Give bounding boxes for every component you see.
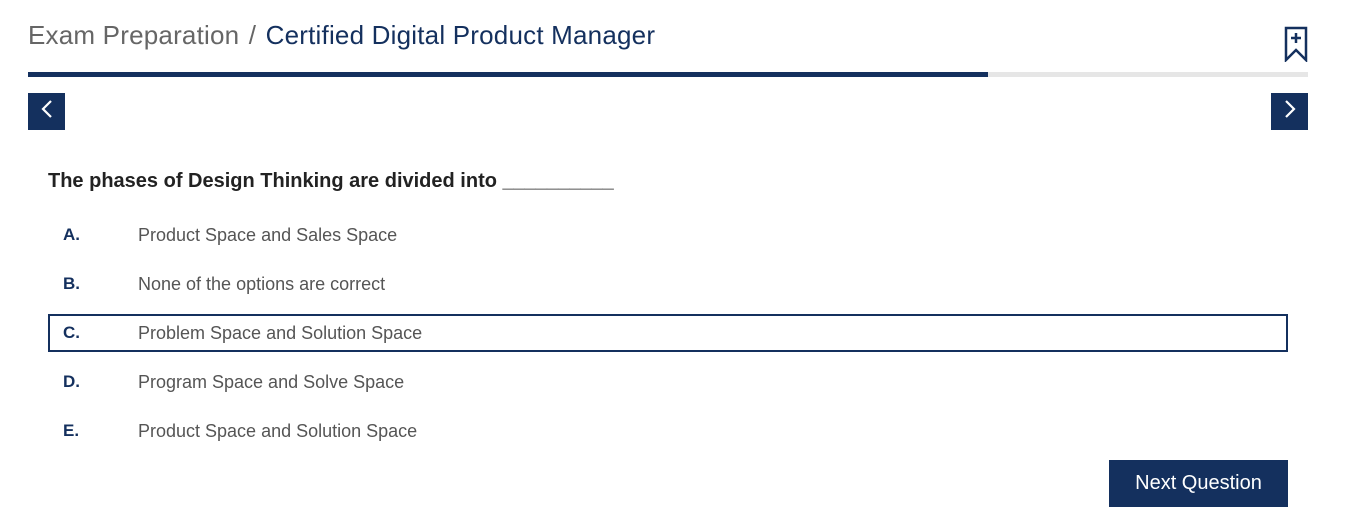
option-a[interactable]: A. Product Space and Sales Space — [48, 216, 1288, 254]
page-title: Certified Digital Product Manager — [265, 20, 656, 50]
progress-bar — [28, 72, 1308, 77]
option-letter: D. — [63, 372, 80, 391]
progress-fill — [28, 72, 988, 77]
previous-question-button[interactable] — [28, 93, 65, 130]
breadcrumb-separator: / — [248, 20, 257, 50]
breadcrumb-parent[interactable]: Exam Preparation — [28, 20, 239, 50]
option-text: Program Space and Solve Space — [138, 371, 405, 392]
option-e[interactable]: E. Product Space and Solution Space — [48, 412, 1288, 450]
option-text: Product Space and Sales Space — [138, 224, 398, 245]
option-text: None of the options are correct — [138, 273, 386, 294]
option-letter: E. — [63, 421, 80, 440]
chevron-right-icon — [1283, 99, 1297, 124]
question-text: The phases of Design Thinking are divide… — [48, 170, 614, 192]
next-question-button[interactable]: Next Question — [1109, 460, 1288, 507]
option-text: Product Space and Solution Space — [138, 420, 418, 441]
option-letter: B. — [63, 274, 80, 293]
option-letter: C. — [63, 323, 80, 342]
breadcrumb: Exam Preparation / Certified Digital Pro… — [28, 20, 655, 51]
bookmark-add-icon[interactable] — [1284, 26, 1308, 64]
next-question-arrow-button[interactable] — [1271, 93, 1308, 130]
option-c[interactable]: C. Problem Space and Solution Space — [48, 314, 1288, 352]
answer-options: A. Product Space and Sales Space B. None… — [48, 216, 1288, 461]
option-letter: A. — [63, 225, 80, 244]
chevron-left-icon — [40, 99, 54, 124]
option-b[interactable]: B. None of the options are correct — [48, 265, 1288, 303]
option-d[interactable]: D. Program Space and Solve Space — [48, 363, 1288, 401]
option-text: Problem Space and Solution Space — [138, 322, 423, 343]
